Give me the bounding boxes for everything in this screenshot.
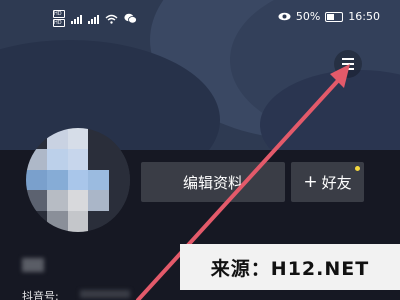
sim-label: HD <box>53 19 65 27</box>
status-time: 16:50 <box>348 10 380 23</box>
notification-dot <box>355 166 360 171</box>
username-blurred <box>22 258 44 272</box>
plus-icon: + <box>303 171 318 192</box>
status-bar-right: 50% 16:50 <box>278 10 380 23</box>
hamburger-menu-icon[interactable] <box>334 50 362 78</box>
battery-icon <box>325 11 344 22</box>
watermark: 来源：H12.NET <box>180 244 400 290</box>
add-friend-button[interactable]: + 好友 <box>291 162 364 202</box>
eye-icon <box>278 12 291 21</box>
avatar[interactable] <box>26 128 130 232</box>
douyin-profile-screen: HD HD 50% 16:50 编辑资料 + 好友 抖音号: 来源：H12.NE… <box>0 0 400 300</box>
edit-profile-label: 编辑资料 <box>182 173 243 192</box>
add-friend-label: 好友 <box>321 173 352 192</box>
douyin-id-label: 抖音号: <box>22 290 59 300</box>
status-bar-left: HD HD <box>53 10 137 27</box>
wechat-icon <box>124 13 137 24</box>
sim-label: HD <box>53 10 65 18</box>
douyin-id-blurred <box>80 290 130 298</box>
status-bar: HD HD 50% 16:50 <box>0 6 400 32</box>
edit-profile-button[interactable]: 编辑资料 <box>141 162 285 202</box>
signal-icon <box>88 14 99 24</box>
sim-hd-icon: HD HD <box>53 10 65 27</box>
battery-percent: 50% <box>295 10 321 23</box>
signal-icon <box>71 14 82 24</box>
wifi-icon <box>105 14 118 24</box>
